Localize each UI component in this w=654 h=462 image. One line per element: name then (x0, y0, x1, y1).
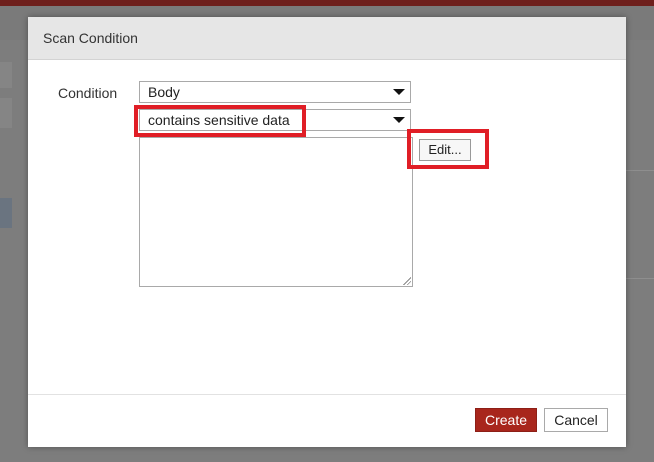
condition-operator-select[interactable]: contains sensitive data (139, 109, 411, 131)
background-strip (0, 198, 12, 228)
condition-field-select[interactable]: Body (139, 81, 411, 103)
dialog-header: Scan Condition (28, 17, 626, 60)
condition-label: Condition (58, 85, 118, 101)
background-strip (0, 62, 12, 88)
resize-handle-icon[interactable] (403, 277, 411, 285)
cancel-button[interactable]: Cancel (544, 408, 608, 432)
scan-condition-dialog: Scan Condition Condition Body contains s… (28, 17, 626, 447)
create-button[interactable]: Create (475, 408, 537, 432)
edit-button[interactable]: Edit... (419, 139, 471, 161)
condition-field-value: Body (148, 84, 180, 100)
background-strip (0, 98, 12, 128)
background-topbar (0, 0, 654, 6)
background-divider (626, 278, 654, 279)
condition-operator-value: contains sensitive data (148, 112, 290, 128)
dialog-footer: Create Cancel (28, 394, 626, 447)
chevron-down-icon (393, 117, 405, 123)
condition-value-textarea[interactable] (139, 137, 413, 287)
dialog-title: Scan Condition (43, 30, 138, 46)
chevron-down-icon (393, 89, 405, 95)
background-divider (626, 170, 654, 171)
